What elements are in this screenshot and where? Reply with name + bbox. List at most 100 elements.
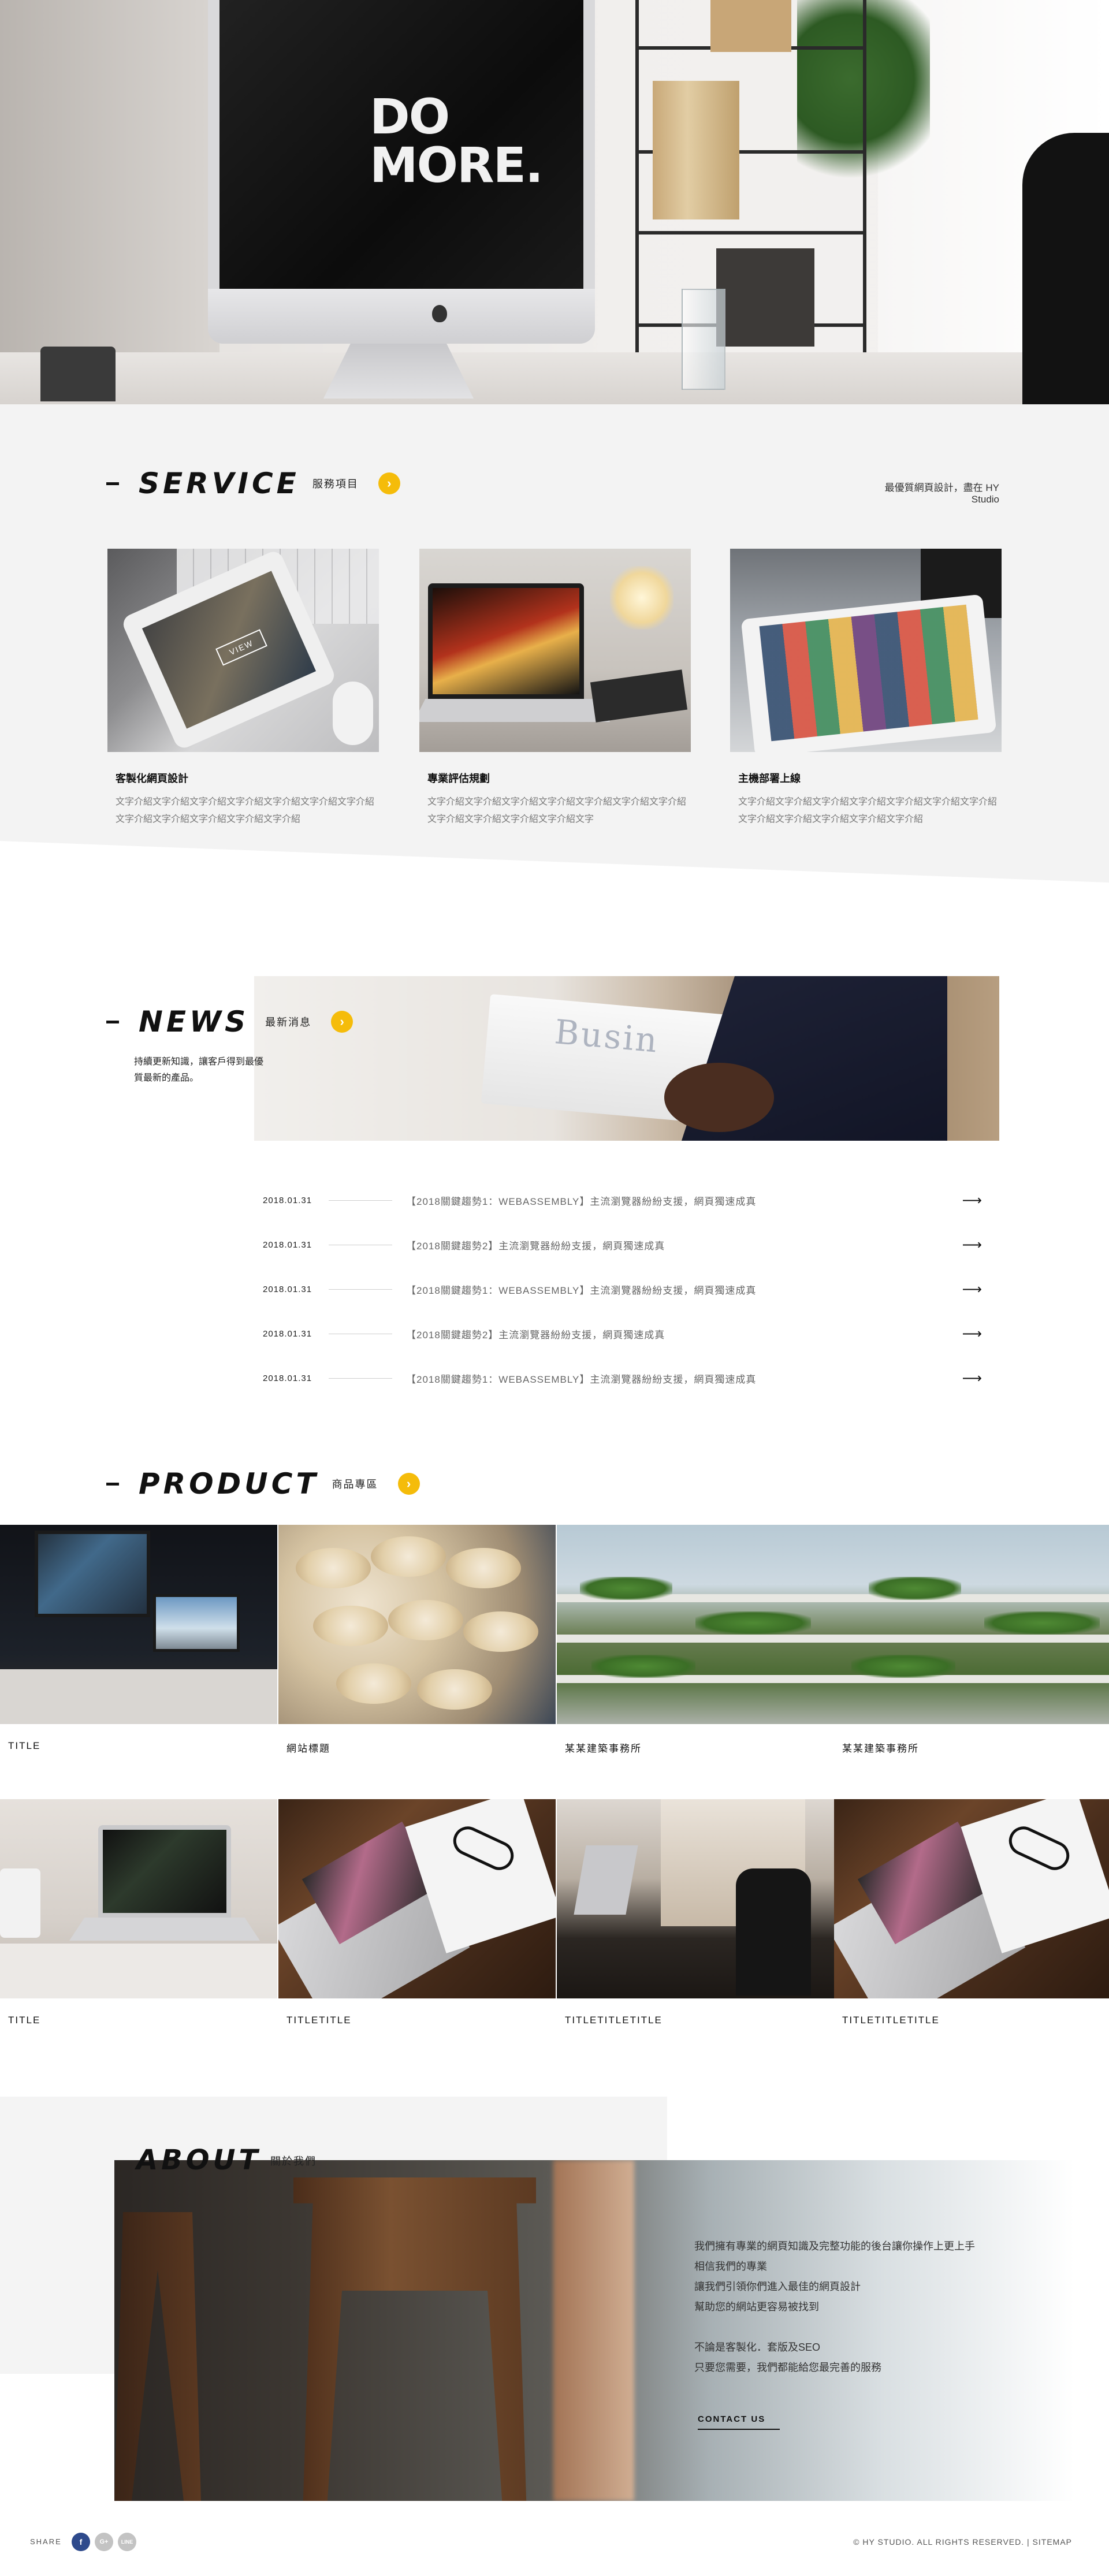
- service-more-button[interactable]: ›: [378, 472, 400, 494]
- product-image[interactable]: [0, 1525, 277, 1724]
- contact-us-button[interactable]: CONTACT US: [698, 2414, 780, 2430]
- product-image[interactable]: [557, 1525, 834, 1724]
- hero-chair: [1022, 133, 1109, 404]
- cookie: [446, 1548, 521, 1588]
- product-image[interactable]: [557, 1799, 834, 1998]
- long-arrow-right-icon[interactable]: ⟶: [947, 1281, 982, 1298]
- footer: SHARE f G+ LINE © HY STUDIO. ALL RIGHTS …: [0, 2515, 1109, 2576]
- long-arrow-right-icon[interactable]: ⟶: [947, 1370, 982, 1387]
- product-item[interactable]: 網站標題: [278, 1525, 556, 1755]
- news-divider: [329, 1200, 392, 1201]
- product-more-button[interactable]: ›: [397, 1473, 420, 1495]
- news-more-button[interactable]: ›: [331, 1011, 353, 1033]
- service-card[interactable]: 專業評估規劃 文字介紹文字介紹文字介紹文字介紹文字介紹文字介紹文字介紹文字介紹文…: [419, 549, 691, 828]
- cookie: [296, 1548, 371, 1588]
- cookie: [313, 1606, 388, 1646]
- news-date: 2018.01.31: [263, 1373, 312, 1383]
- line-icon[interactable]: LINE: [118, 2533, 136, 2551]
- product-image[interactable]: [0, 1799, 277, 1998]
- blurred-stool: [553, 2160, 634, 2501]
- news-list: 2018.01.31 【2018關鍵趨勢1：WEBASSEMBLY】主流瀏覽器紛…: [263, 1178, 982, 1401]
- news-item[interactable]: 2018.01.31 【2018關鍵趨勢2】主流瀏覽器紛紛支援，網頁獨速成真 ⟶: [263, 1223, 982, 1267]
- product-title: TITLE: [8, 1740, 41, 1751]
- hero-box: [710, 0, 791, 52]
- facebook-icon[interactable]: f: [72, 2533, 90, 2551]
- news-headline[interactable]: 【2018關鍵趨勢1：WEBASSEMBLY】主流瀏覽器紛紛支援，網頁獨速成真: [406, 1282, 947, 1297]
- news-date: 2018.01.31: [263, 1240, 312, 1250]
- service-card-desc: 文字介紹文字介紹文字介紹文字介紹文字介紹文字介紹文字介紹文字介紹文字介紹文字介紹…: [427, 797, 687, 824]
- news-item[interactable]: 2018.01.31 【2018關鍵趨勢1：WEBASSEMBLY】主流瀏覽器紛…: [263, 1356, 982, 1401]
- monitor: [153, 1594, 240, 1652]
- hero-imac-chin: [208, 289, 595, 344]
- hero-headline-line1: DO: [370, 88, 450, 145]
- about-line: 我們擁有專業的網頁知識及完整功能的後台讓你操作上更上手: [694, 2240, 975, 2252]
- product-subtitle: 商品專區: [332, 1479, 378, 1490]
- service-card[interactable]: VIEW 客製化網頁設計 文字介紹文字介紹文字介紹文字介紹文字介紹文字介紹文字介…: [107, 549, 379, 828]
- hero-wall: [0, 0, 219, 404]
- google-plus-icon[interactable]: G+: [95, 2533, 113, 2551]
- about-line: 只要您需要，我們都能給您最完善的服務: [694, 2362, 881, 2373]
- long-arrow-right-icon[interactable]: ⟶: [947, 1326, 982, 1342]
- cookie: [417, 1669, 492, 1710]
- heading-dash: [106, 1020, 119, 1023]
- service-card-image[interactable]: [730, 549, 1002, 752]
- news-item[interactable]: 2018.01.31 【2018關鍵趨勢2】主流瀏覽器紛紛支援，網頁獨速成真 ⟶: [263, 1312, 982, 1356]
- news-item[interactable]: 2018.01.31 【2018關鍵趨勢1：WEBASSEMBLY】主流瀏覽器紛…: [263, 1267, 982, 1312]
- product-image[interactable]: [278, 1525, 556, 1724]
- about-line: 相信我們的專業: [694, 2261, 767, 2272]
- service-card-image[interactable]: VIEW: [107, 549, 379, 752]
- lamp: [610, 566, 673, 630]
- hero-shelf-bar: [635, 231, 866, 234]
- long-arrow-right-icon[interactable]: ⟶: [947, 1192, 982, 1209]
- service-heading: SERVICE 服務項目 ›: [106, 467, 400, 500]
- greenery: [695, 1611, 811, 1635]
- hero-headline-line2: MORE.: [370, 137, 544, 193]
- table: [0, 1944, 277, 1998]
- greenery: [591, 1655, 695, 1678]
- desk: [0, 1669, 277, 1724]
- news-headline[interactable]: 【2018關鍵趨勢1：WEBASSEMBLY】主流瀏覽器紛紛支援，網頁獨速成真: [406, 1193, 947, 1208]
- cookie: [336, 1663, 411, 1704]
- person-hand: [664, 1063, 774, 1132]
- about-spacer: [694, 2317, 1018, 2337]
- product-item[interactable]: TITLETITLE: [278, 1799, 556, 2026]
- news-item[interactable]: 2018.01.31 【2018關鍵趨勢1：WEBASSEMBLY】主流瀏覽器紛…: [263, 1178, 982, 1223]
- arrow-right-icon: ›: [340, 1014, 344, 1029]
- hero-glass: [682, 289, 725, 390]
- product-title: TITLETITLETITLE: [565, 2015, 663, 2026]
- product-image[interactable]: [278, 1799, 556, 1998]
- product-item[interactable]: 某某建築事務所: [834, 1525, 1109, 1755]
- product-image[interactable]: [834, 1799, 1109, 1998]
- product-item[interactable]: TITLETITLETITLE: [834, 1799, 1109, 2026]
- greenery: [851, 1655, 955, 1678]
- hero-dark-box: [716, 248, 814, 347]
- news-headline[interactable]: 【2018關鍵趨勢1：WEBASSEMBLY】主流瀏覽器紛紛支援，網頁獨速成真: [406, 1371, 947, 1386]
- share-label: SHARE: [30, 2537, 62, 2546]
- product-item[interactable]: TITLE: [0, 1525, 277, 1752]
- product-item[interactable]: 某某建築事務所: [557, 1525, 834, 1755]
- chair: [736, 1868, 811, 1996]
- long-arrow-right-icon[interactable]: ⟶: [947, 1237, 982, 1253]
- product-item[interactable]: TITLETITLETITLE: [557, 1799, 834, 2026]
- service-card-image[interactable]: [419, 549, 691, 752]
- arrow-right-icon: ›: [387, 476, 392, 490]
- product-image[interactable]: [834, 1525, 1109, 1724]
- monitor: [35, 1531, 150, 1617]
- hero-books: [653, 81, 739, 219]
- service-tagline: 最優質網頁設計，盡在 HY Studio: [884, 482, 999, 505]
- news-divider: [329, 1289, 392, 1290]
- product-title: 某某建築事務所: [565, 1743, 642, 1754]
- product-title: 網站標題: [286, 1743, 330, 1754]
- laptop: [98, 1825, 231, 1918]
- product-item[interactable]: TITLE: [0, 1799, 277, 2026]
- cookie: [371, 1536, 446, 1577]
- hero-desk: [0, 352, 1109, 404]
- copyright[interactable]: © HY STUDIO. ALL RIGHTS RESERVED. | SITE…: [853, 2537, 1072, 2547]
- tablet-screen: [759, 604, 978, 742]
- service-card[interactable]: 主機部署上線 文字介紹文字介紹文字介紹文字介紹文字介紹文字介紹文字介紹文字介紹文…: [730, 549, 1002, 828]
- product-title: TITLE: [8, 2015, 41, 2026]
- about-title: ABOUT: [136, 2144, 262, 2176]
- news-headline[interactable]: 【2018關鍵趨勢2】主流瀏覽器紛紛支援，網頁獨速成真: [406, 1238, 947, 1252]
- book: [590, 669, 688, 723]
- news-headline[interactable]: 【2018關鍵趨勢2】主流瀏覽器紛紛支援，網頁獨速成真: [406, 1327, 947, 1341]
